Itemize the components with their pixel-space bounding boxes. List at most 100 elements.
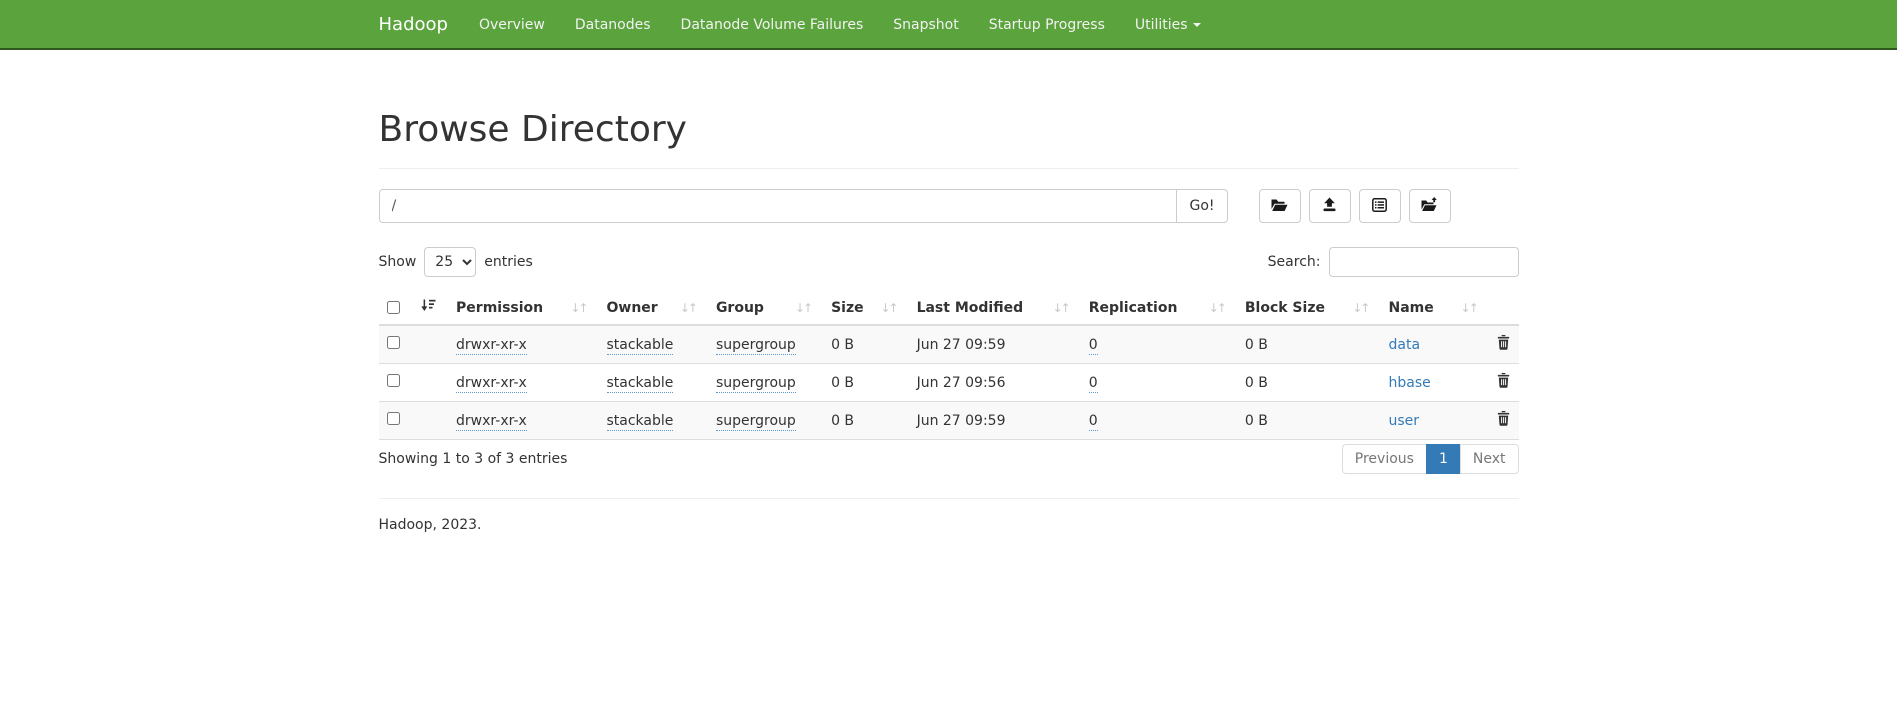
owner-value[interactable]: stackable (607, 337, 674, 355)
select-cell (379, 364, 449, 402)
size-cell: 0 B (823, 364, 909, 402)
delete-entry-button[interactable] (1497, 335, 1510, 353)
table-info: Showing 1 to 3 of 3 entries (379, 451, 568, 467)
block-size-cell: 0 B (1237, 325, 1381, 364)
page-length-select[interactable]: 25 (424, 247, 476, 277)
sort-both-icon: ↓↑ (1053, 301, 1069, 315)
replication-value[interactable]: 0 (1089, 337, 1098, 355)
nav-link-startup-progress[interactable]: Startup Progress (974, 0, 1120, 50)
sort-both-icon: ↓↑ (1461, 301, 1477, 315)
header-label: Replication (1089, 300, 1178, 316)
header-block-size[interactable]: Block Size↓↑ (1237, 291, 1381, 325)
move-file-button[interactable] (1409, 189, 1451, 223)
table-row-user: drwxr-xr-x stackable supergroup 0 B Jun 27 0… (379, 402, 1519, 440)
directory-link-user[interactable]: user (1388, 413, 1419, 429)
block-size-cell: 0 B (1237, 402, 1381, 440)
group-value[interactable]: supergroup (716, 337, 796, 355)
row-checkbox[interactable] (387, 336, 400, 349)
nav-item-utilities: Utilities (1120, 0, 1216, 50)
search-control: Search: (1268, 247, 1519, 277)
table-row-data: drwxr-xr-x stackable supergroup 0 B Jun 27 0… (379, 325, 1519, 364)
row-checkbox[interactable] (387, 412, 400, 425)
nav-item-startup-progress: Startup Progress (974, 0, 1120, 50)
header-permission[interactable]: Permission↓↑ (448, 291, 598, 325)
replication-value[interactable]: 0 (1089, 375, 1098, 393)
show-label: Show (379, 254, 417, 270)
nav-link-overview[interactable]: Overview (464, 0, 560, 50)
page-header: Browse Directory (379, 108, 1519, 169)
last-modified-cell: Jun 27 09:59 (909, 402, 1081, 440)
pagination-previous-button[interactable]: Previous (1342, 444, 1427, 474)
search-input[interactable] (1329, 247, 1519, 277)
header-name[interactable]: Name↓↑ (1380, 291, 1488, 325)
nav-link-utilities[interactable]: Utilities (1120, 0, 1216, 50)
actions-cell (1489, 402, 1519, 440)
replication-value[interactable]: 0 (1089, 413, 1098, 431)
group-value[interactable]: supergroup (716, 413, 796, 431)
header-replication[interactable]: Replication↓↑ (1081, 291, 1237, 325)
table-header-row: Permission↓↑Owner↓↑Group↓↑Size↓↑Last Mod… (379, 291, 1519, 325)
group-cell: supergroup (708, 402, 823, 440)
nav-item-overview: Overview (464, 0, 560, 50)
size-value: 0 B (831, 375, 854, 391)
header-group[interactable]: Group↓↑ (708, 291, 823, 325)
go-button[interactable]: Go! (1177, 189, 1227, 223)
pagination-page-1-button[interactable]: 1 (1426, 444, 1461, 474)
directory-link-hbase[interactable]: hbase (1388, 375, 1430, 391)
folder-open-icon (1271, 198, 1288, 215)
nav-link-label: Utilities (1135, 17, 1188, 33)
main-content: Browse Directory Go! (379, 108, 1519, 533)
header-label: Size (831, 300, 864, 316)
permission-value[interactable]: drwxr-xr-x (456, 413, 527, 431)
pagination-next-button[interactable]: Next (1460, 444, 1519, 474)
pagination-next-item: Next (1461, 444, 1519, 474)
header-actions-column (1489, 291, 1519, 325)
trash-icon (1497, 335, 1510, 353)
owner-cell: stackable (599, 364, 708, 402)
owner-cell: stackable (599, 402, 708, 440)
create-directory-button[interactable] (1259, 189, 1301, 223)
owner-value[interactable]: stackable (607, 413, 674, 431)
permission-value[interactable]: drwxr-xr-x (456, 337, 527, 355)
owner-value[interactable]: stackable (607, 375, 674, 393)
path-action-buttons (1259, 189, 1451, 223)
directory-link-data[interactable]: data (1388, 337, 1420, 353)
header-label: Block Size (1245, 300, 1325, 316)
last-modified-value: Jun 27 09:59 (917, 413, 1006, 429)
nav-link-label: Overview (479, 17, 545, 33)
permission-value[interactable]: drwxr-xr-x (456, 375, 527, 393)
header-size[interactable]: Size↓↑ (823, 291, 909, 325)
upload-file-button[interactable] (1309, 189, 1351, 223)
delete-entry-button[interactable] (1497, 411, 1510, 429)
permission-cell: drwxr-xr-x (448, 364, 598, 402)
last-modified-value: Jun 27 09:59 (917, 337, 1006, 353)
header-last-modified[interactable]: Last Modified↓↑ (909, 291, 1081, 325)
block-size-value: 0 B (1245, 375, 1268, 391)
header-label: Group (716, 300, 764, 316)
nav-link-datanodes[interactable]: Datanodes (560, 0, 666, 50)
navbar-brand[interactable]: Hadoop (379, 0, 448, 50)
page-length-control: Show 25 entries (379, 247, 533, 277)
directory-table: Permission↓↑Owner↓↑Group↓↑Size↓↑Last Mod… (379, 291, 1519, 440)
actions-cell (1489, 364, 1519, 402)
block-size-value: 0 B (1245, 337, 1268, 353)
header-select-column[interactable] (379, 291, 449, 325)
table-row-hbase: drwxr-xr-x stackable supergroup 0 B Jun 27 0… (379, 364, 1519, 402)
nav-link-datanode-volume-failures[interactable]: Datanode Volume Failures (666, 0, 879, 50)
select-all-checkbox[interactable] (387, 301, 400, 314)
nav-item-datanodes: Datanodes (560, 0, 666, 50)
delete-entry-button[interactable] (1497, 373, 1510, 391)
nav-link-label: Datanodes (575, 17, 651, 33)
nav-link-snapshot[interactable]: Snapshot (878, 0, 973, 50)
permission-cell: drwxr-xr-x (448, 325, 598, 364)
page-title: Browse Directory (379, 108, 1519, 152)
last-modified-cell: Jun 27 09:56 (909, 364, 1081, 402)
path-input-group: Go! (379, 189, 1228, 223)
row-checkbox[interactable] (387, 374, 400, 387)
file-list-button[interactable] (1359, 189, 1401, 223)
group-value[interactable]: supergroup (716, 375, 796, 393)
table-controls: Show 25 entries Search: (379, 247, 1519, 277)
directory-path-input[interactable] (379, 189, 1178, 223)
path-bar: Go! (379, 189, 1519, 223)
header-owner[interactable]: Owner↓↑ (599, 291, 708, 325)
